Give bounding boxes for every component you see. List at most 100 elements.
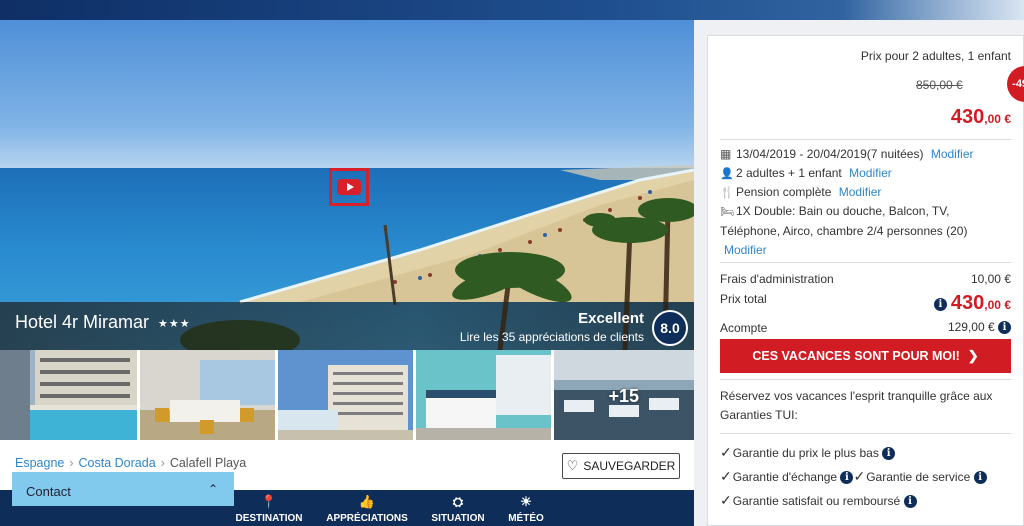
youtube-play-icon xyxy=(337,179,361,195)
current-price-main: 430 xyxy=(950,106,985,128)
total-price-main: 430 xyxy=(950,292,985,314)
nav-weather-label: MÉTÉO xyxy=(508,513,544,524)
guarantee-satisfaction-text: Garantie satisfait ou remboursé xyxy=(732,494,901,508)
breadcrumb-separator: › xyxy=(160,456,165,470)
total-label: Prix total xyxy=(720,292,767,306)
dates-row: ▦ 13/04/2019 - 20/04/2019(7 nuitées) Modi… xyxy=(720,147,974,161)
board-row: 🍴 Pension complète Modifier xyxy=(720,185,881,199)
reassurance-line2: Garanties TUI: xyxy=(720,408,798,422)
price-for-text: Prix pour 2 adultes, 1 enfant xyxy=(860,49,1011,63)
heart-icon: ♡ xyxy=(566,458,579,473)
thumbnail-restaurant[interactable] xyxy=(139,350,276,440)
fork-knife-icon: 🍴 xyxy=(720,187,734,199)
guarantee-lowest-price-text: Garantie du prix le plus bas xyxy=(732,446,879,460)
reassurance-line1: Réservez vos vacances l'esprit tranquill… xyxy=(720,389,993,403)
total-price-decimal: ,00 € xyxy=(984,298,1011,312)
current-price-decimal: ,00 € xyxy=(984,112,1011,126)
book-now-button[interactable]: CES VACANCES SONT POUR MOI! ❯ xyxy=(720,339,1011,373)
modify-travellers-link[interactable]: Modifier xyxy=(849,166,892,180)
modify-board-link[interactable]: Modifier xyxy=(839,185,882,199)
save-button[interactable]: ♡ SAUVEGARDER xyxy=(562,453,680,479)
divider xyxy=(720,262,1011,263)
dates-text: 13/04/2019 - 20/04/2019(7 nuitées) xyxy=(736,147,924,161)
nav-location[interactable]: ⛭ SITUATION xyxy=(426,494,490,525)
save-button-label: SAUVEGARDER xyxy=(583,459,676,473)
room-row: 🛏 1X Double: Bain ou douche, Balcon, TV, xyxy=(720,204,950,218)
divider xyxy=(720,139,1011,140)
check-icon: ✓ xyxy=(720,492,732,508)
book-now-label: CES VACANCES SONT POUR MOI! xyxy=(752,349,960,363)
info-icon[interactable]: i xyxy=(840,471,854,485)
room-text-line2: Téléphone, Airco, chambre 2/4 personnes … xyxy=(720,224,968,238)
guarantee-exchange-text: Garantie d'échange xyxy=(732,470,838,484)
photo-thumbnails: +15 xyxy=(0,350,695,440)
travellers-text: 2 adultes + 1 enfant xyxy=(736,166,842,180)
video-play-button[interactable] xyxy=(329,168,369,206)
modify-dates-link[interactable]: Modifier xyxy=(931,147,974,161)
info-icon[interactable]: i xyxy=(973,471,987,485)
breadcrumb-region[interactable]: Costa Dorada xyxy=(79,456,156,470)
nav-reviews-label: APPRÉCIATIONS xyxy=(326,513,408,524)
modify-room-link[interactable]: Modifier xyxy=(724,243,767,257)
thumbnail-terrace[interactable]: +15 xyxy=(554,350,695,440)
board-text: Pension complète xyxy=(736,185,832,199)
thumbnail-pool[interactable] xyxy=(0,350,137,440)
map-pin-icon: 📍 xyxy=(260,494,278,509)
chevron-right-icon: ❯ xyxy=(967,348,979,363)
guarantee-service-text: Garantie de service xyxy=(866,470,971,484)
breadcrumb-city: Calafell Playa xyxy=(169,456,247,470)
review-score-badge[interactable]: 8.0 xyxy=(652,310,688,346)
calendar-icon: ▦ xyxy=(720,147,732,161)
location-icon: ⛭ xyxy=(452,494,464,509)
hero-photo[interactable] xyxy=(0,20,694,350)
nav-location-label: SITUATION xyxy=(431,513,485,524)
sun-icon: ☀ xyxy=(520,494,532,509)
guarantee-exchange-service: ✓Garantie d'échange i ✓Garantie de servic… xyxy=(720,468,987,485)
breadcrumb-country[interactable]: Espagne xyxy=(15,456,64,470)
guarantee-satisfaction: ✓Garantie satisfait ou remboursé i xyxy=(720,492,917,509)
deposit-value-row: 129,00 € i xyxy=(947,320,1011,335)
booking-panel: Prix pour 2 adultes, 1 enfant 850,00 € -… xyxy=(707,35,1024,526)
top-header-bar xyxy=(0,0,1024,20)
person-icon: 👤 xyxy=(720,168,734,180)
bed-icon: 🛏 xyxy=(720,206,734,218)
nav-destination[interactable]: 📍 DESTINATION xyxy=(232,494,306,525)
divider xyxy=(720,379,1011,380)
rating-label: Excellent xyxy=(578,310,644,327)
info-icon[interactable]: i xyxy=(998,321,1011,335)
divider xyxy=(720,433,1011,434)
more-photos-count[interactable]: +15 xyxy=(608,386,639,407)
reviews-link[interactable]: Lire les 35 appréciations de clients xyxy=(460,330,644,344)
check-icon: ✓ xyxy=(853,468,866,484)
hotel-name: Hotel 4r Miramar xyxy=(15,312,150,332)
breadcrumb: Espagne › Costa Dorada › Calafell Playa xyxy=(15,456,246,470)
contact-toggle[interactable]: Contact ⌃ xyxy=(12,472,234,506)
old-price: 850,00 € xyxy=(916,78,963,92)
admin-fee-label: Frais d'administration xyxy=(720,272,834,286)
thumbnail-bedroom[interactable] xyxy=(415,350,552,440)
hotel-content: Hotel 4r Miramar ★★★ Excellent Lire les … xyxy=(0,20,695,526)
deposit-value: 129,00 € xyxy=(947,320,995,334)
thumbnail-building[interactable] xyxy=(278,350,413,440)
total-price: i 430,00 € xyxy=(933,292,1011,315)
check-icon: ✓ xyxy=(720,444,732,460)
nav-reviews[interactable]: 👍 APPRÉCIATIONS xyxy=(322,494,412,525)
info-icon[interactable]: i xyxy=(882,447,896,461)
hotel-stars: ★★★ xyxy=(158,318,191,330)
check-icon: ✓ xyxy=(720,468,732,484)
current-price: 430,00 € xyxy=(951,106,1011,129)
admin-fee-value: 10,00 € xyxy=(970,272,1011,286)
thumbs-up-icon: 👍 xyxy=(358,494,376,509)
chevron-up-icon: ⌃ xyxy=(207,482,218,496)
nav-destination-label: DESTINATION xyxy=(235,513,303,524)
room-text-line1: 1X Double: Bain ou douche, Balcon, TV, xyxy=(736,204,950,218)
deposit-label: Acompte xyxy=(720,321,768,335)
travellers-row: 👤 2 adultes + 1 enfant Modifier xyxy=(720,166,892,180)
contact-label: Contact xyxy=(26,484,71,499)
info-icon[interactable]: i xyxy=(903,495,917,509)
guarantee-lowest-price: ✓Garantie du prix le plus bas i xyxy=(720,444,896,461)
info-icon[interactable]: i xyxy=(933,298,947,312)
breadcrumb-separator: › xyxy=(69,456,74,470)
nav-weather[interactable]: ☀ MÉTÉO xyxy=(504,494,548,525)
discount-badge: -49% xyxy=(1007,66,1024,102)
